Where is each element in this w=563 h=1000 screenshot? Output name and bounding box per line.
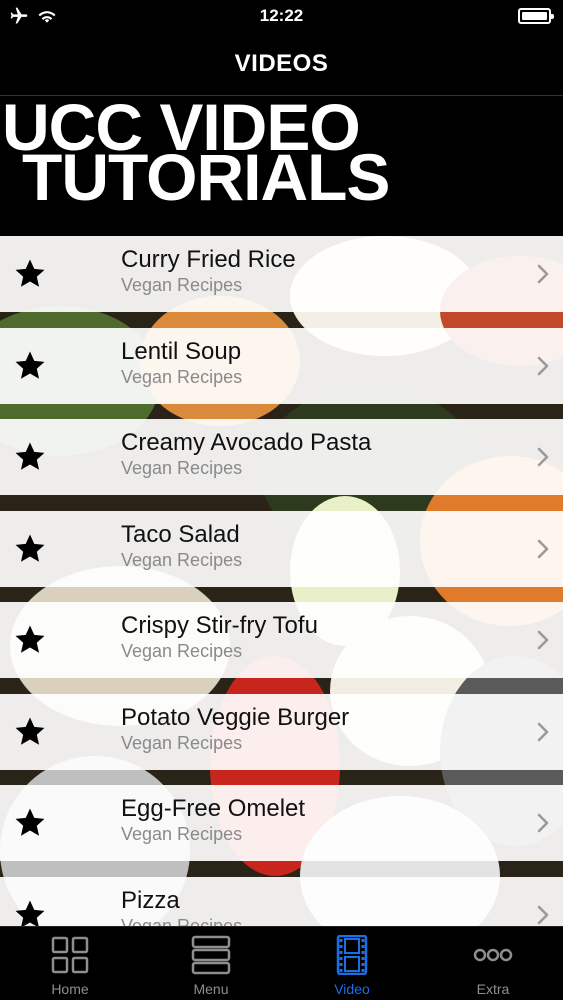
chevron-right-icon xyxy=(537,630,549,650)
tab-menu[interactable]: Menu xyxy=(141,927,281,1000)
tab-bar: Home Menu Video Extra xyxy=(0,926,563,1000)
video-subtitle: Vegan Recipes xyxy=(121,915,243,927)
tab-video[interactable]: Video xyxy=(282,927,422,1000)
banner-title-line2: TUTORIALS xyxy=(22,140,390,214)
video-subtitle: Vegan Recipes xyxy=(121,366,243,387)
chevron-right-icon xyxy=(537,539,549,558)
star-icon[interactable] xyxy=(12,806,48,840)
film-icon xyxy=(336,935,368,975)
star-icon[interactable] xyxy=(12,257,48,291)
video-subtitle: Vegan Recipes xyxy=(121,275,243,295)
chevron-right-icon xyxy=(537,722,549,741)
video-title: Creamy Avocado Pasta xyxy=(121,429,372,456)
status-bar: 12:22 xyxy=(0,0,563,34)
chevron-right-icon xyxy=(537,905,549,924)
video-title: Taco Salad xyxy=(121,520,240,548)
tab-video-label: Video xyxy=(334,981,370,997)
video-list-item[interactable]: Potato Veggie Burger Vegan Recipes xyxy=(0,693,563,770)
video-list-item[interactable]: Creamy Avocado Pasta Vegan Recipes xyxy=(0,419,563,495)
navigation-bar: VIDEOS xyxy=(0,34,563,96)
battery-icon xyxy=(518,8,554,24)
chevron-right-icon xyxy=(537,264,549,284)
video-subtitle: Vegan Recipes xyxy=(121,732,243,753)
video-list-item[interactable]: Lentil Soup Vegan Recipes xyxy=(0,327,563,404)
star-icon[interactable] xyxy=(12,440,48,474)
star-icon[interactable] xyxy=(12,349,48,383)
video-subtitle: Vegan Recipes xyxy=(121,824,243,844)
video-title: Curry Fried Rice xyxy=(121,246,296,273)
tab-extra[interactable]: Extra xyxy=(423,927,563,1000)
video-title: Crispy Stir-fry Tofu xyxy=(121,612,318,639)
star-icon[interactable] xyxy=(12,715,48,749)
status-time: 12:22 xyxy=(259,6,304,25)
tab-extra-label: Extra xyxy=(476,981,510,997)
chevron-right-icon xyxy=(537,813,549,833)
tab-home[interactable]: Home xyxy=(0,927,140,1000)
tab-menu-label: Menu xyxy=(193,981,229,997)
video-title: Pizza xyxy=(121,886,180,914)
banner-image: UCC VIDEO TUTORIALS xyxy=(0,96,563,236)
video-list: Curry Fried Rice Vegan Recipes Lentil Soup… xyxy=(0,236,563,926)
more-icon xyxy=(473,948,513,962)
page-title: VIDEOS xyxy=(234,50,329,77)
video-subtitle: Vegan Recipes xyxy=(121,549,243,570)
star-icon[interactable] xyxy=(12,532,48,566)
video-list-item[interactable]: Pizza Vegan Recipes xyxy=(0,876,563,927)
star-icon[interactable] xyxy=(12,898,48,927)
video-subtitle: Vegan Recipes xyxy=(121,641,243,661)
video-subtitle: Vegan Recipes xyxy=(121,458,243,478)
chevron-right-icon xyxy=(537,447,549,467)
menu-icon xyxy=(191,935,231,975)
video-list-item[interactable]: Taco Salad Vegan Recipes xyxy=(0,510,563,587)
video-title: Egg-Free Omelet xyxy=(121,795,306,822)
video-list-item[interactable]: Curry Fried Rice Vegan Recipes xyxy=(0,236,563,312)
video-list-item[interactable]: Crispy Stir-fry Tofu Vegan Recipes xyxy=(0,602,563,678)
tab-home-label: Home xyxy=(51,981,89,997)
grid-icon xyxy=(51,936,89,974)
video-list-item[interactable]: Egg-Free Omelet Vegan Recipes xyxy=(0,785,563,861)
video-title: Potato Veggie Burger xyxy=(121,703,350,731)
star-icon[interactable] xyxy=(12,623,48,657)
video-title: Lentil Soup xyxy=(121,337,242,365)
chevron-right-icon xyxy=(537,356,549,375)
